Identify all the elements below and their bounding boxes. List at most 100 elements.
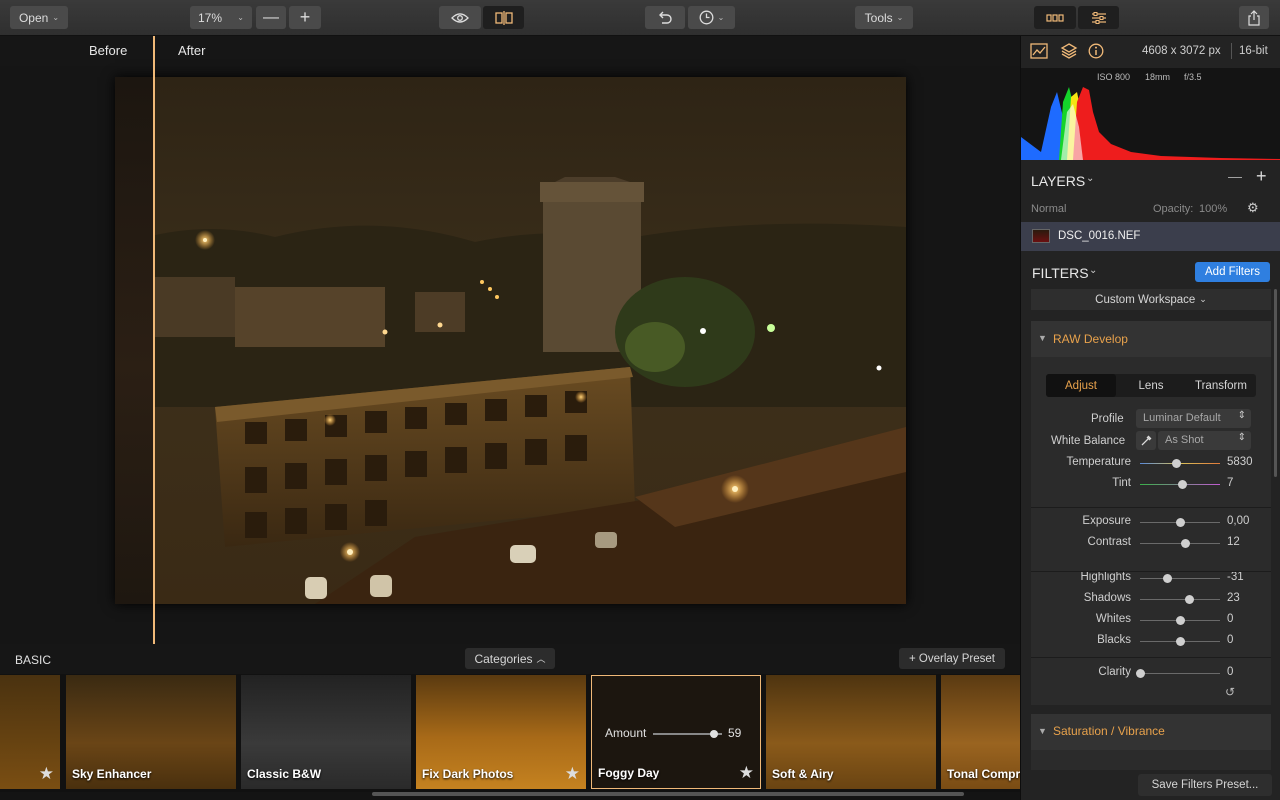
tools-button[interactable]: Tools ⌄ bbox=[855, 6, 913, 29]
photo-preview[interactable] bbox=[115, 77, 906, 604]
preset-thumb-sky-enhancer[interactable]: Sky Enhancer bbox=[66, 675, 236, 789]
info-icon[interactable] bbox=[1088, 43, 1104, 59]
overlay-preset-button[interactable]: + Overlay Preset bbox=[899, 648, 1005, 669]
white-balance-value: As Shot bbox=[1165, 434, 1204, 446]
zoom-out-button[interactable]: — bbox=[256, 6, 286, 29]
slider-knob[interactable] bbox=[1172, 459, 1181, 468]
star-icon[interactable]: ★ bbox=[565, 764, 580, 784]
compare-split-handle[interactable] bbox=[153, 36, 155, 644]
zoom-in-button[interactable]: + bbox=[289, 6, 321, 29]
chevron-down-icon[interactable]: ⌄ bbox=[1086, 173, 1094, 184]
slider-knob[interactable] bbox=[1177, 480, 1187, 489]
open-button[interactable]: Open ⌄ bbox=[10, 6, 68, 29]
preset-label: Soft & Airy bbox=[772, 767, 834, 781]
tab-lens[interactable]: Lens bbox=[1116, 374, 1186, 397]
slider-value: 12 bbox=[1227, 536, 1240, 548]
chevron-down-icon: ⌄ bbox=[896, 13, 904, 22]
preset-thumb-fix-dark-photos[interactable]: Fix Dark Photos ★ bbox=[416, 675, 586, 789]
slider-knob[interactable] bbox=[1176, 518, 1185, 527]
remove-layer-button[interactable]: — bbox=[1228, 168, 1242, 184]
tab-label: Transform bbox=[1195, 379, 1247, 392]
layers-icon[interactable] bbox=[1060, 42, 1078, 60]
slider-track[interactable] bbox=[1140, 599, 1220, 600]
workspace-dropdown[interactable]: Custom Workspace ⌄ bbox=[1031, 289, 1271, 310]
add-layer-button[interactable]: + bbox=[1256, 166, 1267, 187]
layer-name: DSC_0016.NEF bbox=[1058, 230, 1141, 242]
slider-knob[interactable] bbox=[1176, 637, 1185, 646]
reset-icon[interactable]: ↺ bbox=[1225, 685, 1235, 699]
amount-slider-knob[interactable] bbox=[709, 730, 718, 738]
slider-label: Blacks bbox=[1097, 634, 1131, 646]
slider-knob[interactable] bbox=[1163, 574, 1173, 583]
opacity-value[interactable]: 100% bbox=[1199, 203, 1227, 215]
compare-view-button[interactable] bbox=[483, 6, 524, 29]
sliders-icon bbox=[1091, 11, 1106, 24]
saturation-vibrance-header[interactable]: ▼ Saturation / Vibrance bbox=[1031, 714, 1271, 750]
slider-label: Whites bbox=[1095, 613, 1131, 625]
categories-label: Categories bbox=[474, 651, 533, 666]
tab-transform[interactable]: Transform bbox=[1186, 374, 1256, 397]
preset-scrollbar[interactable] bbox=[372, 792, 964, 796]
focal-length: 18mm bbox=[1145, 72, 1171, 82]
slider-whites[interactable]: Whites 0 bbox=[1031, 610, 1271, 631]
share-icon bbox=[1248, 9, 1260, 26]
preset-thumb-soft-airy[interactable]: Soft & Airy bbox=[766, 675, 936, 789]
slider-shadows[interactable]: Shadows 23 bbox=[1031, 589, 1271, 610]
zoom-dropdown[interactable]: 17% ⌄ bbox=[190, 6, 252, 29]
slider-contrast[interactable]: Contrast 12 bbox=[1031, 533, 1271, 554]
amount-slider[interactable] bbox=[653, 730, 722, 738]
slider-tint[interactable]: Tint 7 bbox=[1031, 474, 1271, 495]
categories-button[interactable]: Categories ︿ bbox=[465, 648, 555, 669]
chevron-down-icon[interactable]: ⌄ bbox=[1089, 265, 1097, 276]
save-filters-preset-button[interactable]: Save Filters Preset... bbox=[1138, 774, 1272, 796]
share-button[interactable] bbox=[1239, 6, 1269, 29]
slider-value: 0 bbox=[1227, 613, 1234, 625]
star-icon[interactable]: ★ bbox=[39, 764, 54, 784]
preset-label: Tonal Compres bbox=[947, 767, 1020, 781]
raw-tabs: Adjust Lens Transform bbox=[1046, 374, 1256, 397]
slider-track[interactable] bbox=[1140, 578, 1220, 579]
filters-panel-toggle-button[interactable] bbox=[1078, 6, 1119, 29]
undo-button[interactable] bbox=[645, 6, 685, 29]
blend-mode-select[interactable]: Normal bbox=[1031, 203, 1066, 215]
clock-icon bbox=[699, 10, 714, 25]
preset-thumb-classic-bw[interactable]: Classic B&W bbox=[241, 675, 411, 789]
slider-track[interactable] bbox=[1140, 673, 1220, 674]
split-view-icon bbox=[494, 10, 513, 25]
saturation-vibrance-body bbox=[1031, 750, 1271, 770]
slider-blacks[interactable]: Blacks 0 bbox=[1031, 631, 1271, 652]
profile-value: Luminar Default bbox=[1143, 412, 1221, 424]
bit-depth: 16-bit bbox=[1239, 45, 1268, 57]
plus-icon: + bbox=[299, 7, 311, 27]
white-balance-label: White Balance bbox=[1051, 435, 1126, 447]
preset-label: Classic B&W bbox=[247, 767, 322, 781]
layer-row[interactable]: DSC_0016.NEF bbox=[1021, 222, 1280, 251]
profile-select[interactable]: Luminar Default ⇕ bbox=[1136, 409, 1251, 428]
raw-develop-header[interactable]: ▼ RAW Develop bbox=[1031, 321, 1271, 357]
filters-scrollbar[interactable] bbox=[1274, 289, 1277, 477]
gear-icon[interactable]: ⚙ bbox=[1247, 200, 1259, 216]
preset-thumb-partial[interactable]: ★ bbox=[0, 675, 60, 789]
add-filters-button[interactable]: Add Filters bbox=[1195, 262, 1270, 282]
slider-knob[interactable] bbox=[1180, 539, 1190, 548]
slider-clarity[interactable]: Clarity 0 bbox=[1031, 663, 1271, 684]
slider-exposure[interactable]: Exposure 0,00 bbox=[1031, 512, 1271, 533]
eyedropper-button[interactable] bbox=[1136, 431, 1156, 450]
layer-thumbnail bbox=[1032, 229, 1050, 243]
workspace-label: Custom Workspace bbox=[1095, 293, 1196, 306]
star-icon[interactable]: ★ bbox=[739, 763, 754, 783]
white-balance-select[interactable]: As Shot ⇕ bbox=[1158, 431, 1251, 450]
preset-label: Sky Enhancer bbox=[72, 767, 152, 781]
slider-temperature[interactable]: Temperature 5830 bbox=[1031, 453, 1271, 474]
filmstrip-toggle-button[interactable] bbox=[1034, 6, 1076, 29]
preset-thumb-foggy-day[interactable]: Amount 59 Foggy Day ★ bbox=[591, 675, 761, 789]
slider-knob[interactable] bbox=[1136, 669, 1145, 678]
slider-knob[interactable] bbox=[1176, 616, 1185, 625]
preset-thumb-tonal-compression[interactable]: Tonal Compres bbox=[941, 675, 1020, 789]
preview-toggle-button[interactable] bbox=[439, 6, 481, 29]
slider-knob[interactable] bbox=[1184, 595, 1194, 604]
histogram-icon[interactable] bbox=[1030, 43, 1048, 59]
history-button[interactable]: ⌄ bbox=[688, 6, 735, 29]
tab-adjust[interactable]: Adjust bbox=[1046, 374, 1116, 397]
raw-develop-title: RAW Develop bbox=[1053, 332, 1128, 346]
